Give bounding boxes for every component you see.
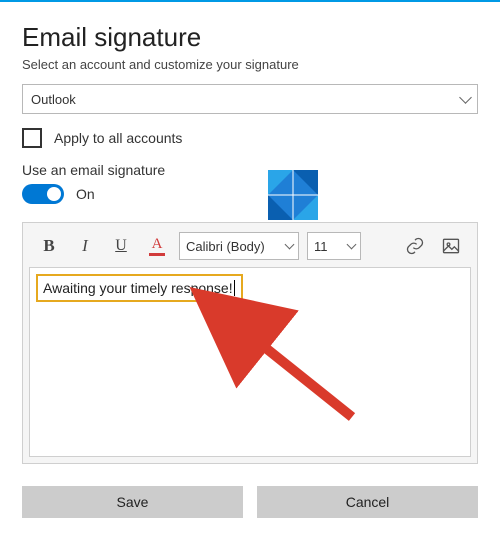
signature-editor: B I U A Calibri (Body) 11 <box>22 222 478 464</box>
apply-all-label: Apply to all accounts <box>54 130 182 146</box>
font-size-wrap: 11 <box>307 232 361 260</box>
signature-text-content: Awaiting your timely response! <box>43 280 233 296</box>
editor-toolbar: B I U A Calibri (Body) 11 <box>29 229 471 267</box>
settings-panel: Email signature Select an account and cu… <box>0 2 500 518</box>
link-button[interactable] <box>397 231 433 261</box>
font-size-select[interactable]: 11 <box>307 232 361 260</box>
signature-toggle[interactable] <box>22 184 64 204</box>
page-subtitle: Select an account and customize your sig… <box>22 57 478 72</box>
account-select[interactable]: Outlook <box>22 84 478 114</box>
link-icon <box>405 236 425 256</box>
signature-text[interactable]: Awaiting your timely response! <box>36 274 243 302</box>
bold-icon: B <box>43 236 54 256</box>
italic-button[interactable]: I <box>67 231 103 261</box>
toggle-state-label: On <box>76 186 95 202</box>
underline-button[interactable]: U <box>103 231 139 261</box>
save-button[interactable]: Save <box>22 486 243 518</box>
image-icon <box>441 236 461 256</box>
font-name-wrap: Calibri (Body) <box>179 232 299 260</box>
page-title: Email signature <box>22 22 478 53</box>
font-color-button[interactable]: A <box>139 231 175 261</box>
italic-icon: I <box>82 236 88 256</box>
use-signature-label: Use an email signature <box>22 162 478 178</box>
underline-icon: U <box>115 237 127 255</box>
toggle-row: On <box>22 184 478 204</box>
footer-buttons: Save Cancel <box>22 486 478 518</box>
windows-logo-icon <box>268 170 318 220</box>
apply-all-row: Apply to all accounts <box>22 128 478 148</box>
apply-all-checkbox[interactable] <box>22 128 42 148</box>
font-color-icon: A <box>149 237 165 256</box>
editor-body[interactable]: Awaiting your timely response! <box>29 267 471 457</box>
image-button[interactable] <box>433 231 469 261</box>
cancel-button[interactable]: Cancel <box>257 486 478 518</box>
account-select-wrap: Outlook <box>22 84 478 114</box>
text-caret <box>234 280 235 296</box>
bold-button[interactable]: B <box>31 231 67 261</box>
font-name-select[interactable]: Calibri (Body) <box>179 232 299 260</box>
